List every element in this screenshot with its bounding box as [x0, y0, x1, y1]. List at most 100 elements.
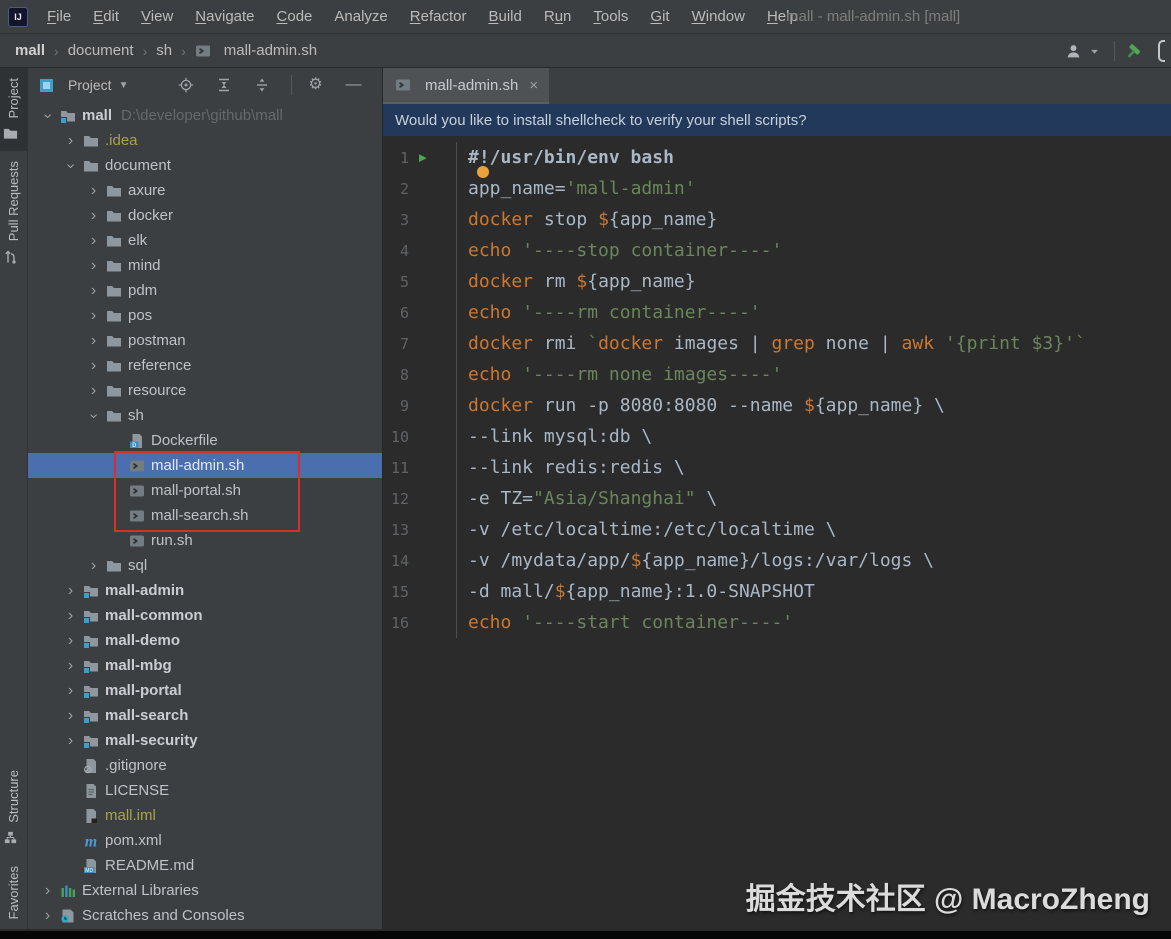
menu-navigate[interactable]: Navigate — [184, 0, 265, 34]
tool-window-button-project[interactable]: Project — [0, 68, 27, 152]
chevron-down-icon[interactable]: › — [40, 104, 57, 127]
iml-icon — [82, 808, 99, 824]
tree-item-label: mall-mbg — [105, 657, 172, 674]
menu-git[interactable]: Git — [639, 0, 680, 34]
chevron-right-icon[interactable]: › — [36, 907, 59, 924]
menu-code[interactable]: Code — [266, 0, 324, 34]
target-icon[interactable] — [177, 77, 194, 93]
menu-analyze[interactable]: Analyze — [323, 0, 398, 34]
tree-item-mall[interactable]: › mall D:\developer\github\mall — [28, 103, 382, 128]
code-line-16: 16 echo '----start container----' — [383, 607, 1171, 638]
notification-text: Would you like to install shellcheck to … — [395, 111, 807, 129]
breadcrumb-segment-document[interactable]: document — [68, 42, 134, 59]
editor-tab-mall-admin-sh[interactable]: mall-admin.sh × — [383, 68, 550, 104]
tree-item-pom.xml[interactable]: ›mpom.xml — [28, 828, 382, 853]
gear-icon[interactable]: ⚙ — [307, 77, 324, 93]
chevron-right-icon[interactable]: › — [59, 632, 82, 649]
tree-item-readme.md[interactable]: ›MDREADME.md — [28, 853, 382, 878]
tree-item-mall-admin.sh[interactable]: ›mall-admin.sh — [28, 453, 382, 478]
tool-window-top-group: Project Pull Requests — [0, 68, 27, 275]
chevron-right-icon[interactable]: › — [82, 332, 105, 349]
folder-icon — [82, 158, 99, 174]
code-editor[interactable]: 1 ▶ #!/usr/bin/env bash 2 app_name='mall-adm… — [383, 136, 1171, 929]
tree-item-document[interactable]: › document — [28, 153, 382, 178]
close-tab-icon[interactable]: × — [529, 77, 538, 94]
chevron-right-icon[interactable]: › — [59, 657, 82, 674]
code-line-15: 15 -d mall/$ {app_name}:1.0-SNAPSHOT — [383, 576, 1171, 607]
tree-item-license[interactable]: ›LICENSE — [28, 778, 382, 803]
tree-item-pdm[interactable]: › pdm — [28, 278, 382, 303]
tool-window-button-structure[interactable]: Structure — [0, 760, 27, 856]
tree-item-sh[interactable]: › sh — [28, 403, 382, 428]
chevron-right-icon[interactable]: › — [59, 707, 82, 724]
build-hammer-button[interactable] — [1124, 42, 1143, 61]
tree-item-label: axure — [128, 182, 166, 199]
tree-item-dockerfile[interactable]: ›DDockerfile — [28, 428, 382, 453]
code-text: #!/usr/bin/env bash — [468, 147, 674, 168]
run-script-icon[interactable]: ▶ — [419, 150, 427, 165]
expand-all-icon[interactable] — [215, 77, 232, 93]
tree-item-sql[interactable]: › sql — [28, 553, 382, 578]
tree-item-mall-search[interactable]: › mall-search — [28, 703, 382, 728]
user-account-button[interactable] — [1065, 43, 1105, 59]
chevron-right-icon[interactable]: › — [59, 582, 82, 599]
tree-item-mind[interactable]: › mind — [28, 253, 382, 278]
tree-item-label: .idea — [105, 132, 138, 149]
menu-file[interactable]: File — [36, 0, 82, 34]
chevron-down-icon[interactable]: ▼ — [119, 80, 129, 91]
chevron-right-icon[interactable]: › — [82, 232, 105, 249]
tree-item-mall-portal.sh[interactable]: ›mall-portal.sh — [28, 478, 382, 503]
tree-item-mall-search.sh[interactable]: ›mall-search.sh — [28, 503, 382, 528]
tool-window-button-favorites[interactable]: Favorites — [0, 856, 27, 929]
breadcrumb-segment-mall[interactable]: mall — [15, 42, 45, 59]
tree-item-axure[interactable]: › axure — [28, 178, 382, 203]
chevron-right-icon[interactable]: › — [82, 207, 105, 224]
tree-item-scratches-and-consoles[interactable]: › Scratches and Consoles — [28, 903, 382, 928]
tree-item-resource[interactable]: › resource — [28, 378, 382, 403]
chevron-right-icon[interactable]: › — [36, 882, 59, 899]
chevron-right-icon[interactable]: › — [82, 257, 105, 274]
chevron-right-icon[interactable]: › — [82, 182, 105, 199]
tree-item-mall-portal[interactable]: › mall-portal — [28, 678, 382, 703]
chevron-right-icon[interactable]: › — [59, 732, 82, 749]
menu-edit[interactable]: Edit — [82, 0, 130, 34]
chevron-right-icon[interactable]: › — [82, 357, 105, 374]
tree-item-pos[interactable]: › pos — [28, 303, 382, 328]
menu-build[interactable]: Build — [477, 0, 532, 34]
collapse-all-icon[interactable] — [253, 77, 270, 93]
tree-item-docker[interactable]: › docker — [28, 203, 382, 228]
tree-item-run.sh[interactable]: ›run.sh — [28, 528, 382, 553]
minus-icon[interactable]: — — [345, 77, 362, 93]
folder-icon — [82, 133, 99, 149]
chevron-right-icon[interactable]: › — [82, 382, 105, 399]
chevron-right-icon[interactable]: › — [82, 282, 105, 299]
chevron-right-icon[interactable]: › — [59, 607, 82, 624]
tree-item-mall-admin[interactable]: › mall-admin — [28, 578, 382, 603]
menu-tools[interactable]: Tools — [582, 0, 639, 34]
project-panel-title[interactable]: Project — [68, 77, 112, 93]
chevron-down-icon[interactable]: › — [63, 154, 80, 177]
tree-item-mall-demo[interactable]: › mall-demo — [28, 628, 382, 653]
tree-item-mall-common[interactable]: › mall-common — [28, 603, 382, 628]
tree-item-external-libraries[interactable]: › External Libraries — [28, 878, 382, 903]
menu-view[interactable]: View — [130, 0, 184, 34]
chevron-down-icon[interactable]: › — [86, 404, 103, 427]
chevron-right-icon[interactable]: › — [59, 132, 82, 149]
tree-item-mall-mbg[interactable]: › mall-mbg — [28, 653, 382, 678]
tree-item-.idea[interactable]: › .idea — [28, 128, 382, 153]
chevron-right-icon[interactable]: › — [82, 557, 105, 574]
tree-item-mall.iml[interactable]: ›mall.iml — [28, 803, 382, 828]
menu-refactor[interactable]: Refactor — [399, 0, 478, 34]
tree-item-reference[interactable]: › reference — [28, 353, 382, 378]
chevron-right-icon[interactable]: › — [82, 307, 105, 324]
tree-item-mall-security[interactable]: › mall-security — [28, 728, 382, 753]
menu-window[interactable]: Window — [681, 0, 756, 34]
chevron-right-icon[interactable]: › — [59, 682, 82, 699]
tree-item-elk[interactable]: › elk — [28, 228, 382, 253]
menu-run[interactable]: Run — [533, 0, 583, 34]
tool-window-button-pull-requests[interactable]: Pull Requests — [0, 151, 27, 274]
breadcrumb-file[interactable]: mall-admin.sh — [195, 42, 317, 59]
breadcrumb-segment-sh[interactable]: sh — [156, 42, 172, 59]
tree-item-postman[interactable]: › postman — [28, 328, 382, 353]
tree-item-.gitignore[interactable]: ›.gitignore — [28, 753, 382, 778]
